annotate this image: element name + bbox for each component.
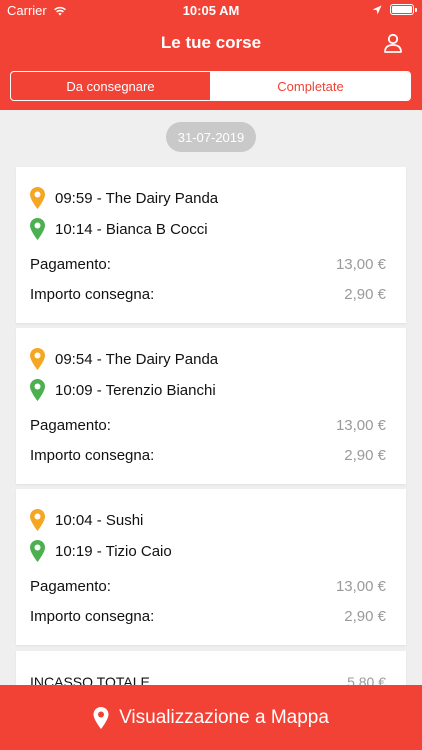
pickup-text: 10:04 - Sushi [55,511,144,529]
dropoff-row: 10:09 - Terenzio Bianchi [30,379,216,401]
payment-value: 13,00 € [335,417,386,434]
payment-label: Pagamento: [30,417,111,434]
pickup-pin-icon [30,348,45,370]
delivery-value: 2,90 € [344,608,386,625]
dropoff-row: 10:19 - Tizio Caio [30,540,172,562]
order-card[interactable]: 10:04 - Sushi 10:19 - Tizio Caio Pagamen… [16,489,406,645]
date-badge: 31-07-2019 [166,122,256,152]
delivery-label: Importo consegna: [30,608,155,625]
delivery-label: Importo consegna: [30,447,155,464]
status-right [372,4,417,15]
payment-row: Pagamento: 13,00 € [30,417,386,434]
payment-row: Pagamento: 13,00 € [30,578,386,595]
payment-value: 13,00 € [335,256,386,273]
location-arrow-icon [372,5,382,14]
pickup-pin-icon [30,187,45,209]
profile-icon[interactable] [382,32,404,54]
dropoff-pin-icon [30,218,45,240]
order-card[interactable]: 09:59 - The Dairy Panda 10:14 - Bianca B… [16,167,406,323]
pickup-row: 09:54 - The Dairy Panda [30,348,218,370]
page-title: Le tue corse [160,33,262,52]
payment-row: Pagamento: 13,00 € [30,256,386,273]
dropoff-pin-icon [30,379,45,401]
order-card[interactable]: 09:54 - The Dairy Panda 10:09 - Terenzio… [16,328,406,484]
payment-value: 13,00 € [335,578,386,595]
dropoff-text: 10:19 - Tizio Caio [55,542,172,560]
status-time: 10:05 AM [182,3,240,18]
tab-segmented-control: Da consegnare Completate [10,71,411,101]
payment-label: Pagamento: [30,578,111,595]
map-view-button[interactable]: Visualizzazione a Mappa [0,685,422,750]
delivery-row: Importo consegna: 2,90 € [30,608,386,625]
status-bar: Carrier 10:05 AM [0,0,422,22]
delivery-row: Importo consegna: 2,90 € [30,286,386,303]
dropoff-row: 10:14 - Bianca B Cocci [30,218,208,240]
tab-da-consegnare[interactable]: Da consegnare [11,72,211,100]
tab-label: Completate [277,78,344,94]
pickup-row: 10:04 - Sushi [30,509,143,531]
pickup-row: 09:59 - The Dairy Panda [30,187,218,209]
pickup-pin-icon [30,509,45,531]
pickup-text: 09:54 - The Dairy Panda [55,350,219,368]
tab-completate[interactable]: Completate [211,72,410,100]
pickup-text: 09:59 - The Dairy Panda [55,189,219,207]
delivery-value: 2,90 € [344,286,386,303]
dropoff-pin-icon [30,540,45,562]
battery-icon [390,4,417,15]
delivery-row: Importo consegna: 2,90 € [30,447,386,464]
dropoff-text: 10:09 - Terenzio Bianchi [55,381,216,399]
payment-label: Pagamento: [30,256,111,273]
delivery-label: Importo consegna: [30,286,155,303]
map-view-label: Visualizzazione a Mappa [119,706,329,728]
app-header: Carrier 10:05 AM Le tue corse Da consegn… [0,0,422,110]
tab-label: Da consegnare [66,78,155,94]
map-pin-icon [93,706,109,729]
delivery-value: 2,90 € [344,447,386,464]
dropoff-text: 10:14 - Bianca B Cocci [55,220,208,238]
